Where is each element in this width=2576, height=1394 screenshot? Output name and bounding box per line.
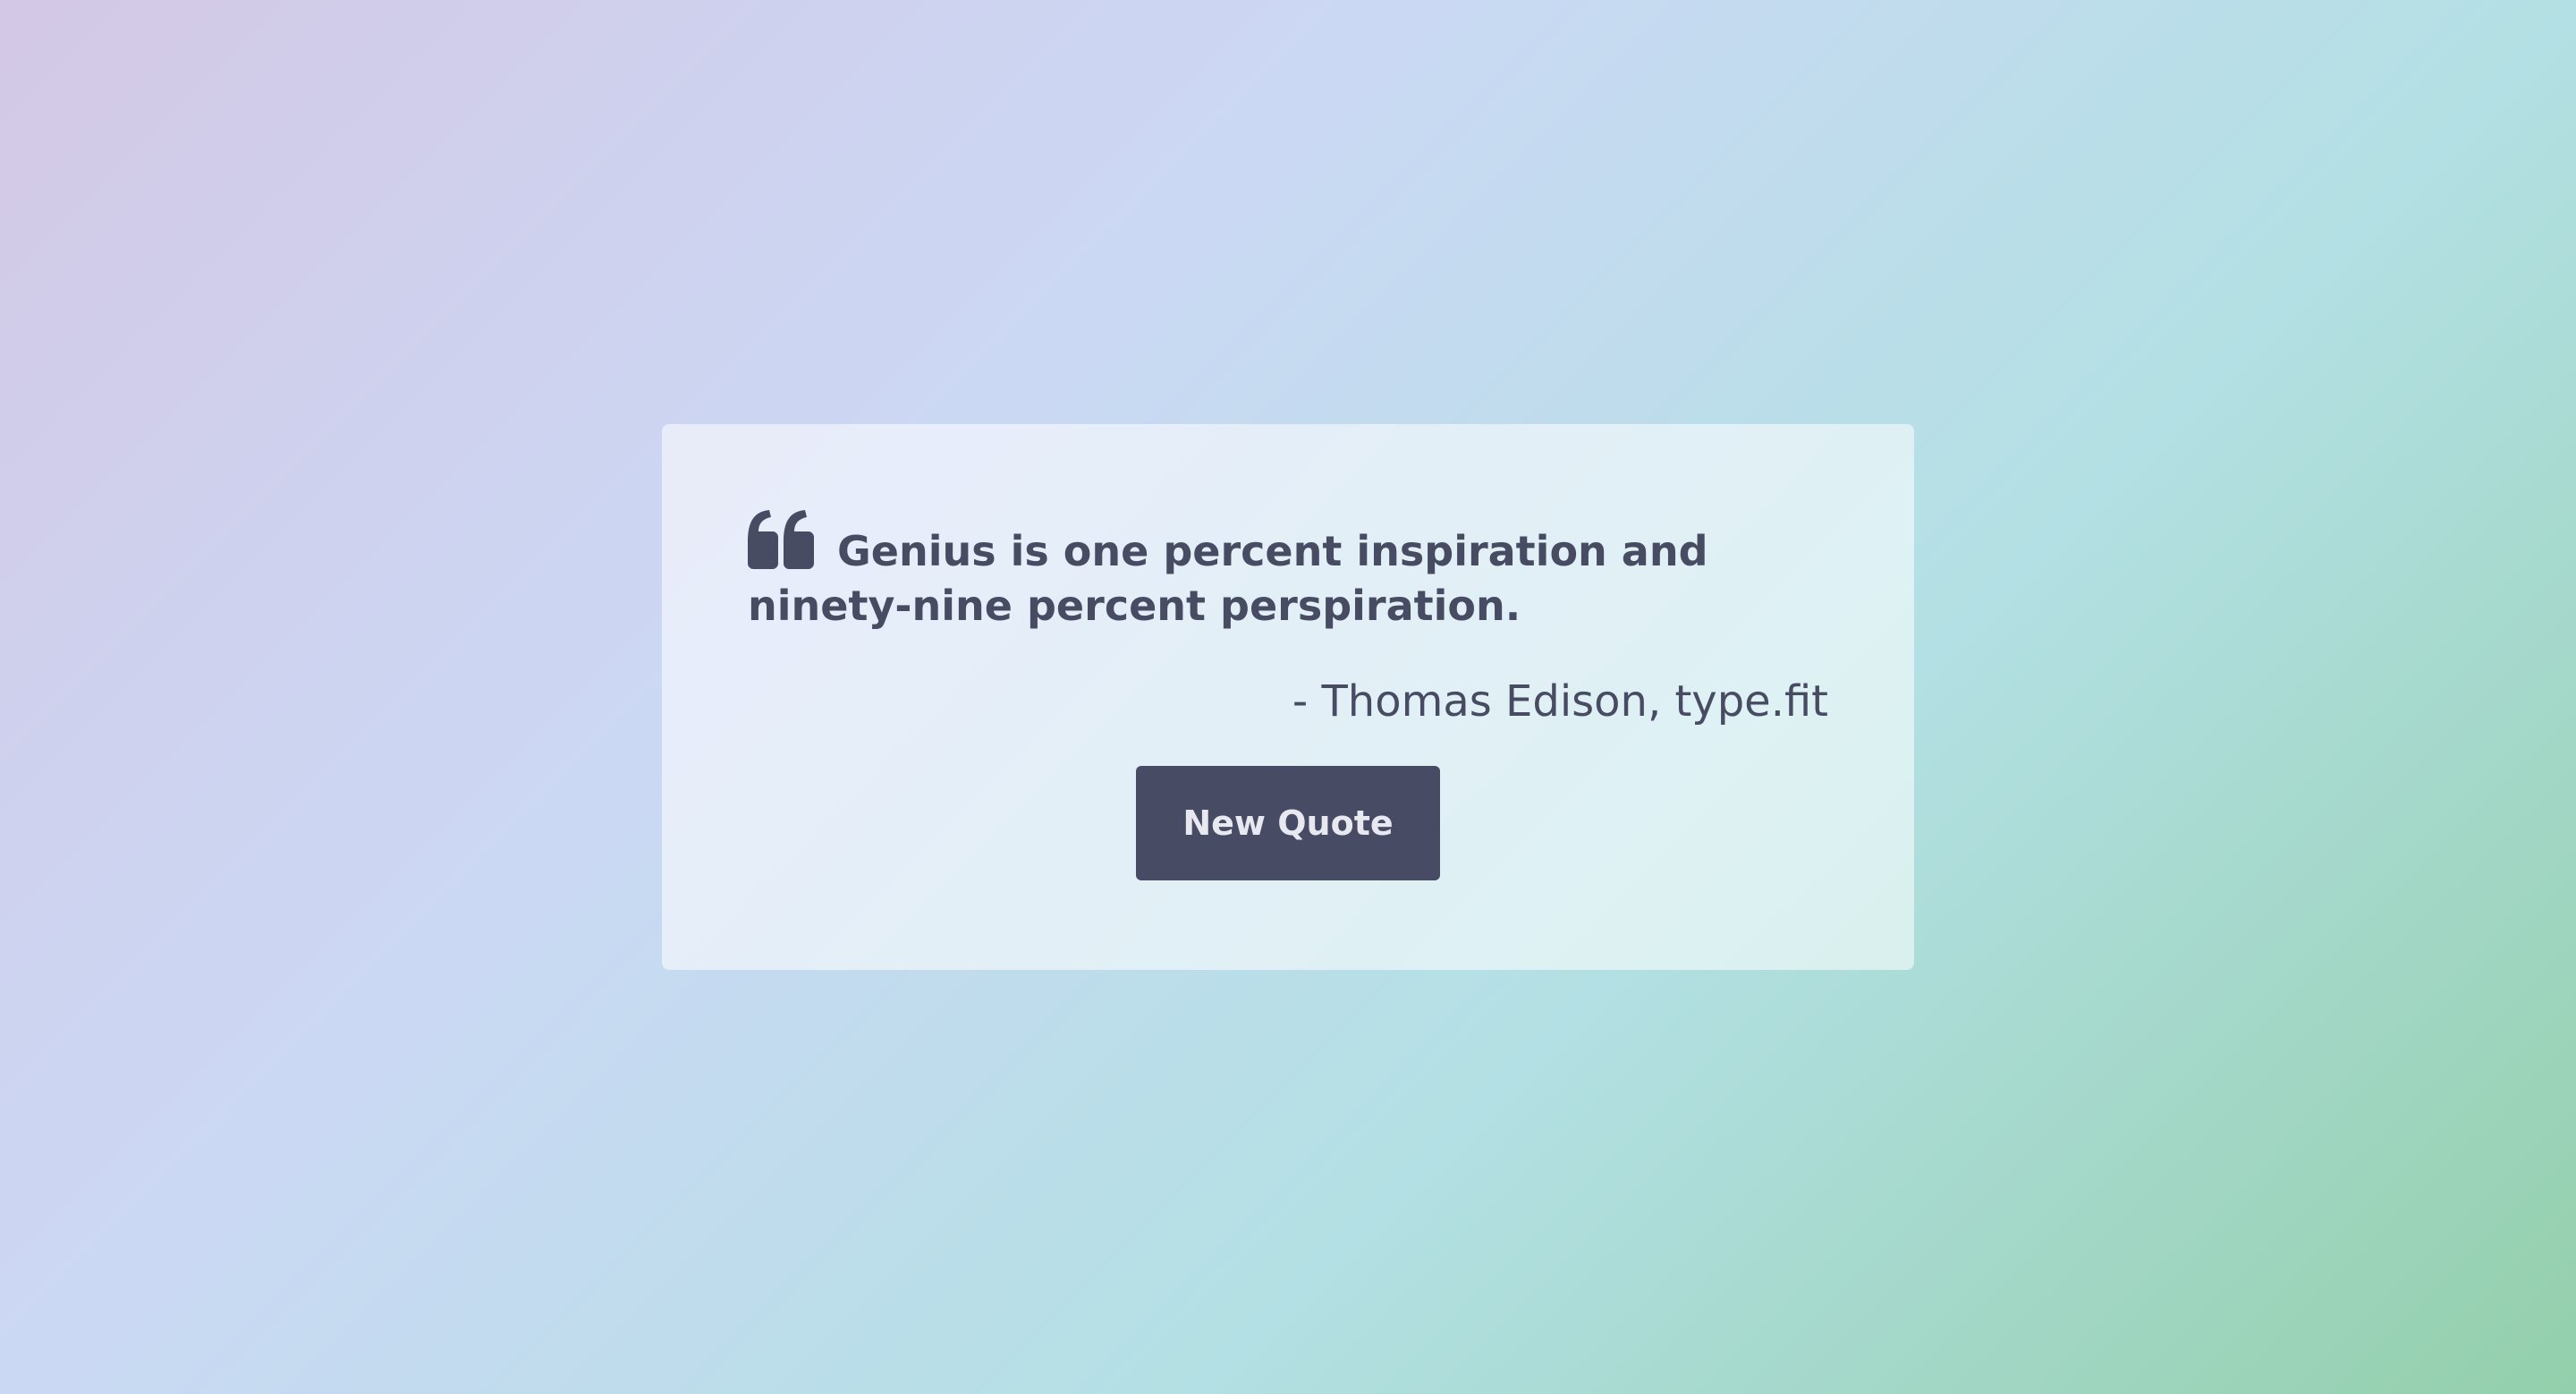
quote-text-block: Genius is one percent inspiration and ni… <box>748 510 1767 633</box>
new-quote-button[interactable]: New Quote <box>1136 766 1440 880</box>
button-row: New Quote <box>748 766 1828 880</box>
quote-left-icon <box>748 510 814 569</box>
quote-text: Genius is one percent inspiration and ni… <box>748 527 1708 630</box>
quote-author: - Thomas Edison, type.fit <box>1292 676 1828 727</box>
quote-card: Genius is one percent inspiration and ni… <box>662 424 1914 970</box>
